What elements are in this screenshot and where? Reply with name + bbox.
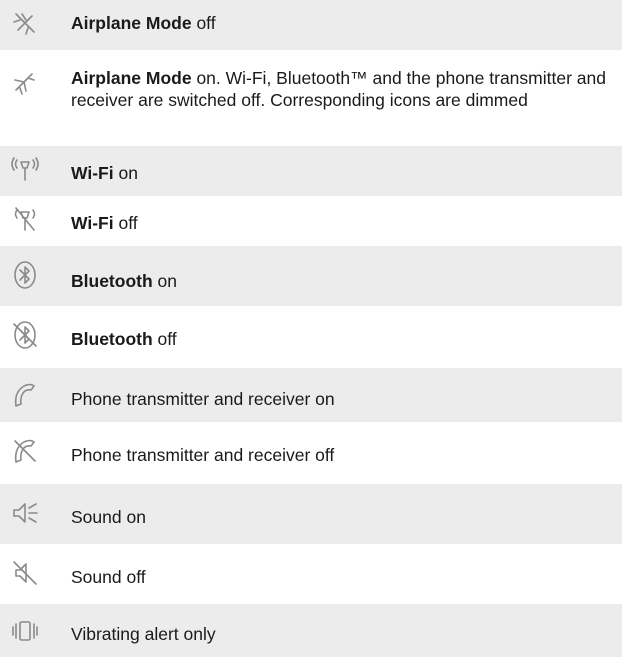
- table-row: Bluetooth off: [0, 306, 622, 368]
- bluetooth-on-icon: [0, 246, 62, 306]
- row-text: Wi-Fi on: [71, 163, 138, 183]
- table-row: Sound on: [0, 484, 622, 544]
- table-row: Wi-Fi off: [0, 196, 622, 246]
- table-row: Sound off: [0, 544, 622, 604]
- phone-off-icon: [0, 422, 62, 484]
- row-text: Bluetooth on: [71, 271, 177, 291]
- wifi-on-icon: [0, 146, 62, 196]
- vibrate-icon: [0, 604, 62, 657]
- airplane-off-icon: [0, 0, 62, 50]
- table-row: Phone transmitter and receiver on: [0, 368, 622, 422]
- wifi-off-icon: [0, 196, 62, 246]
- row-text: Bluetooth off: [71, 329, 177, 349]
- table-row: Airplane Mode off: [0, 0, 622, 50]
- table-row: Phone transmitter and receiver off: [0, 422, 622, 484]
- row-text: Phone transmitter and receiver off: [71, 445, 335, 465]
- table-row: Vibrating alert only: [0, 604, 622, 657]
- airplane-on-icon: [0, 50, 62, 146]
- phone-on-icon: [0, 368, 62, 422]
- row-text: Sound off: [71, 567, 146, 587]
- bluetooth-off-icon: [0, 306, 62, 368]
- sound-off-icon: [0, 544, 62, 604]
- sound-on-icon: [0, 484, 62, 544]
- row-text: Vibrating alert only: [71, 624, 216, 644]
- table-row: Wi-Fi on: [0, 146, 622, 196]
- table-row: Bluetooth on: [0, 246, 622, 306]
- row-text: Wi-Fi off: [71, 213, 138, 233]
- row-text: Airplane Mode on. Wi-Fi, Bluetooth™ and …: [71, 68, 606, 110]
- table-row: Airplane Mode on. Wi-Fi, Bluetooth™ and …: [0, 50, 622, 146]
- row-text: Phone transmitter and receiver on: [71, 389, 335, 409]
- row-text: Airplane Mode off: [71, 13, 216, 33]
- row-text: Sound on: [71, 507, 146, 527]
